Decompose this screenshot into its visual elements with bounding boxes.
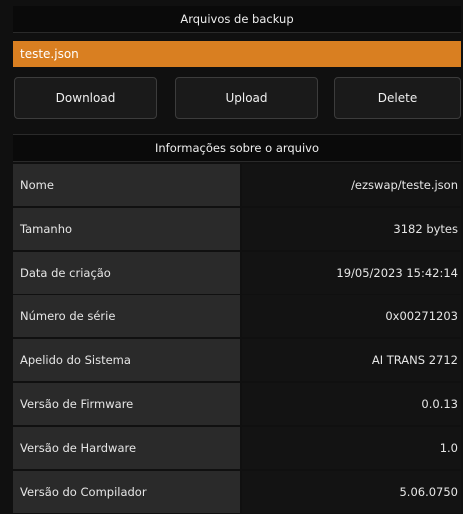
info-label: Apelido do Sistema [13, 339, 240, 382]
file-info-table: Nome /ezswap/teste.json Tamanho 3182 byt… [13, 164, 461, 514]
file-list-item-selected[interactable]: teste.json [13, 41, 461, 67]
info-value: 0x00271203 [242, 295, 461, 338]
download-button[interactable]: Download [14, 77, 157, 119]
info-row-size: Tamanho 3182 bytes [13, 207, 461, 250]
info-row-hardware: Versão de Hardware 1.0 [13, 426, 461, 469]
file-info-title: Informações sobre o arquivo [13, 134, 461, 162]
info-label: Data de criação [13, 251, 240, 294]
info-value: 1.0 [242, 426, 461, 469]
info-value: 5.06.0750 [242, 470, 461, 513]
info-label: Nome [13, 164, 240, 206]
info-value: /ezswap/teste.json [242, 164, 461, 206]
info-label: Número de série [13, 295, 240, 338]
info-value: 3182 bytes [242, 207, 461, 250]
info-label: Versão do Compilador [13, 470, 240, 513]
info-row-firmware: Versão de Firmware 0.0.13 [13, 382, 461, 425]
info-value: 0.0.13 [242, 382, 461, 425]
delete-button[interactable]: Delete [334, 77, 461, 119]
info-label: Versão de Firmware [13, 382, 240, 425]
info-label: Tamanho [13, 207, 240, 250]
info-row-serial: Número de série 0x00271203 [13, 295, 461, 338]
info-row-created: Data de criação 19/05/2023 15:42:14 [13, 251, 461, 294]
info-row-name: Nome /ezswap/teste.json [13, 164, 461, 206]
info-value: 19/05/2023 15:42:14 [242, 251, 461, 294]
info-value: AI TRANS 2712 [242, 339, 461, 382]
info-label: Versão de Hardware [13, 426, 240, 469]
page-title: Arquivos de backup [13, 6, 461, 33]
upload-button[interactable]: Upload [175, 77, 318, 119]
info-row-compiler: Versão do Compilador 5.06.0750 [13, 470, 461, 513]
info-row-system-alias: Apelido do Sistema AI TRANS 2712 [13, 339, 461, 382]
